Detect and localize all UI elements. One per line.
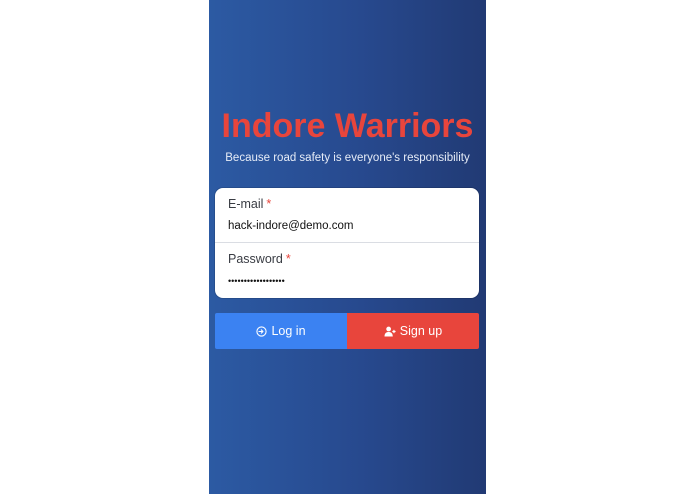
password-label: Password * xyxy=(228,252,291,266)
login-label: Log in xyxy=(271,324,306,338)
password-field-container: Password * xyxy=(215,243,479,298)
signup-label: Sign up xyxy=(399,324,443,338)
signup-button[interactable]: Sign up xyxy=(347,313,479,349)
sign-in-icon xyxy=(256,325,268,337)
login-button[interactable]: Log in xyxy=(215,313,347,349)
app-panel: Indore Warriors Because road safety is e… xyxy=(209,0,486,494)
email-field-container: E-mail * xyxy=(215,188,479,243)
email-label: E-mail * xyxy=(228,197,272,211)
app-title: Indore Warriors xyxy=(221,107,474,145)
user-plus-icon xyxy=(384,326,396,337)
required-mark: * xyxy=(285,252,291,266)
action-buttons: Log in Sign up xyxy=(215,313,479,349)
email-input[interactable] xyxy=(228,218,468,234)
password-input[interactable] xyxy=(228,273,468,289)
app-tagline: Because road safety is everyone's respon… xyxy=(225,152,470,164)
required-mark: * xyxy=(266,197,272,211)
login-form: E-mail* Password* xyxy=(215,188,479,298)
